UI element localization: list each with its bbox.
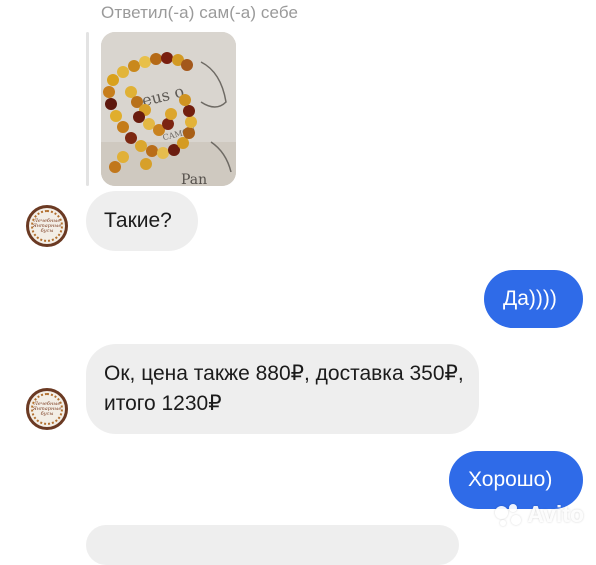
avito-watermark: Avito	[495, 501, 584, 528]
seller-avatar[interactable]: Лечебные Янтарные бусы	[26, 388, 68, 430]
amber-beads-photo[interactable]: eus o CAMOU Pan	[101, 32, 236, 186]
reply-note: Ответил(-а) сам(-а) себе	[101, 3, 299, 22]
avito-logo-icon	[495, 503, 522, 526]
incoming-message[interactable]: Такие?	[86, 191, 198, 251]
avatar-logo-text: Лечебные Янтарные бусы	[32, 400, 62, 417]
svg-text:Pan: Pan	[181, 172, 207, 186]
reply-quote-bar	[86, 32, 89, 186]
avito-watermark-text: Avito	[527, 501, 584, 527]
avatar-logo-text: Лечебные Янтарные бусы	[32, 217, 62, 234]
incoming-message-partial[interactable]	[86, 525, 459, 565]
incoming-message[interactable]: Ок, цена также 880₽, доставка 350₽, итог…	[86, 344, 479, 434]
outgoing-message[interactable]: Да))))	[484, 270, 583, 328]
seller-avatar[interactable]: Лечебные Янтарные бусы	[26, 205, 68, 247]
